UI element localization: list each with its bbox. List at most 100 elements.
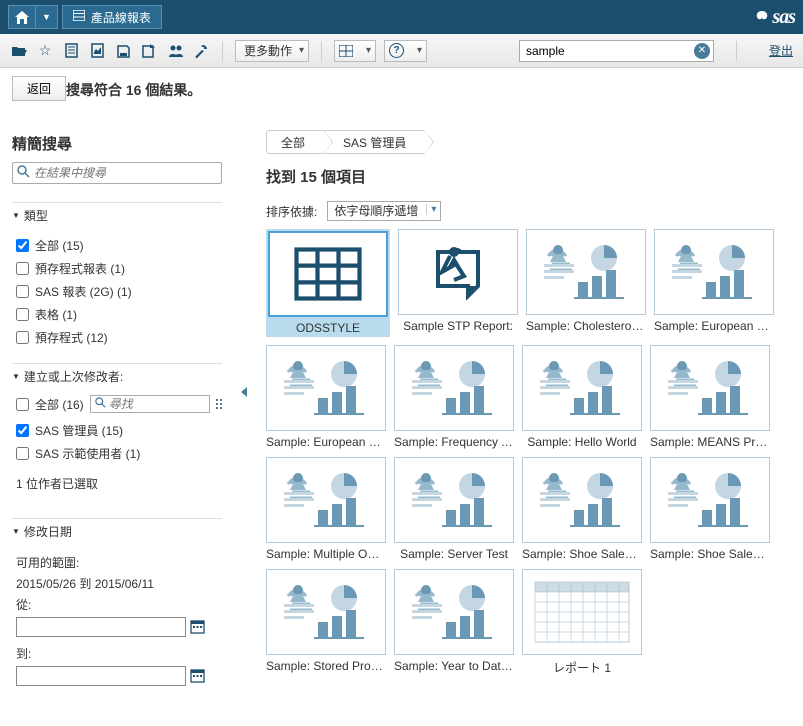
result-tile[interactable]: Sample: Hello World <box>522 345 642 449</box>
author-checkbox[interactable] <box>16 447 29 460</box>
date-range-value: 2015/05/26 到 2015/06/11 <box>16 575 222 592</box>
global-search-input[interactable] <box>519 40 714 62</box>
type-filter-item[interactable]: 預存程式 (12) <box>16 326 222 349</box>
doc-icon-1[interactable] <box>62 42 80 60</box>
back-button[interactable]: 返回 <box>12 76 66 101</box>
authors-selected-count: 1 位作者已選取 <box>16 475 222 492</box>
doc-icon-2[interactable] <box>88 42 106 60</box>
type-checkbox[interactable] <box>16 331 29 344</box>
type-filter-item[interactable]: SAS 報表 (2G) (1) <box>16 280 222 303</box>
type-filter-item[interactable]: 全部 (15) <box>16 234 222 257</box>
tile-label: Sample: Server Test <box>394 547 514 561</box>
export-icon[interactable] <box>140 42 158 60</box>
home-icon <box>9 6 35 28</box>
tile-label: Sample: European De... <box>266 435 386 449</box>
tile-label: Sample: Year to Date ... <box>394 659 514 673</box>
tile-label: Sample: Cholesterol b... <box>526 319 646 333</box>
wrench-icon[interactable] <box>192 42 210 60</box>
thumbnail <box>522 345 642 431</box>
result-tile[interactable]: レポート 1 <box>522 569 642 676</box>
type-filter-item[interactable]: 表格 (1) <box>16 303 222 326</box>
home-button[interactable]: ▼ <box>8 5 58 29</box>
thumbnail <box>266 569 386 655</box>
sidebar-collapse-handle[interactable] <box>242 76 246 708</box>
calendar-icon[interactable] <box>190 619 206 635</box>
resize-grip-icon[interactable] <box>216 399 222 409</box>
thumbnail <box>394 345 514 431</box>
path-segment[interactable]: 全部 <box>266 130 324 154</box>
thumbnail <box>654 229 774 315</box>
thumbnail <box>266 457 386 543</box>
star-icon[interactable]: ☆ <box>36 42 54 60</box>
result-tile[interactable]: Sample: European De... <box>266 345 386 449</box>
sas-logo: sas <box>754 6 795 29</box>
calendar-icon[interactable] <box>190 668 206 684</box>
logout-link[interactable]: 登出 <box>769 42 793 59</box>
more-actions-dropdown[interactable]: 更多動作 <box>235 40 309 62</box>
sort-select[interactable]: 依字母順序遞增 <box>327 201 441 221</box>
tile-label: Sample: Hello World <box>522 435 642 449</box>
facet-header-type[interactable]: ▼類型 <box>12 202 222 228</box>
grid-view-icon <box>339 45 353 57</box>
author-search[interactable] <box>90 395 210 413</box>
facet-header-date[interactable]: ▼修改日期 <box>12 518 222 544</box>
refine-search-input[interactable] <box>34 166 217 180</box>
result-tile[interactable]: Sample: European De... <box>654 229 774 337</box>
result-tile[interactable]: Sample: Frequency A... <box>394 345 514 449</box>
type-checkbox[interactable] <box>16 262 29 275</box>
breadcrumb-button[interactable]: 產品線報表 <box>62 5 162 29</box>
found-title: 找到 15 個項目 <box>266 166 791 187</box>
result-tile[interactable]: Sample: Server Test <box>394 457 514 561</box>
thumbnail <box>268 231 388 317</box>
date-from-label: 從: <box>16 596 222 613</box>
date-to-input[interactable] <box>16 666 186 686</box>
date-from-input[interactable] <box>16 617 186 637</box>
refine-title: 精簡搜尋 <box>12 133 222 154</box>
result-tile[interactable]: Sample: Stored Proce... <box>266 569 386 676</box>
search-icon <box>95 397 106 411</box>
thumbnail <box>522 569 642 655</box>
author-checkbox[interactable] <box>16 424 29 437</box>
author-filter-item[interactable]: SAS 示範使用者 (1) <box>16 442 222 465</box>
tile-label: Sample: MEANS Pro... <box>650 435 770 449</box>
author-filter-item[interactable]: SAS 管理員 (15) <box>16 419 222 442</box>
thumbnail <box>526 229 646 315</box>
users-icon[interactable] <box>166 42 184 60</box>
chevron-down-icon: ▼ <box>36 6 57 28</box>
toolbar: ☆ 更多動作 ? ✕ 登出 <box>0 34 803 68</box>
facet-header-author[interactable]: ▼建立或上次修改者: <box>12 363 222 389</box>
save-icon[interactable] <box>114 42 132 60</box>
sort-label: 排序依據: <box>266 203 317 220</box>
help-icon: ? <box>389 43 404 58</box>
main-content: 搜尋符合 16 個結果。 全部 SAS 管理員 找到 15 個項目 排序依據: … <box>266 76 791 708</box>
clear-search-icon[interactable]: ✕ <box>694 43 710 59</box>
type-checkbox[interactable] <box>16 239 29 252</box>
open-folder-icon[interactable] <box>10 42 28 60</box>
thumbnail <box>650 345 770 431</box>
type-checkbox[interactable] <box>16 308 29 321</box>
thumbnail <box>394 457 514 543</box>
result-tile[interactable]: Sample: Year to Date ... <box>394 569 514 676</box>
view-mode-dropdown[interactable] <box>334 40 376 62</box>
thumbnail <box>398 229 518 315</box>
author-all-checkbox[interactable] <box>16 398 29 411</box>
grid-icon <box>73 10 85 24</box>
result-tile[interactable]: Sample: Cholesterol b... <box>526 229 646 337</box>
result-tile[interactable]: Sample: MEANS Pro... <box>650 345 770 449</box>
result-tile[interactable]: Sample STP Report: <box>398 229 518 337</box>
result-tile[interactable]: Sample: Shoe Sales b... <box>522 457 642 561</box>
top-bar: ▼ 產品線報表 sas <box>0 0 803 34</box>
help-dropdown[interactable]: ? <box>384 40 427 62</box>
type-checkbox[interactable] <box>16 285 29 298</box>
type-filter-item[interactable]: 預存程式報表 (1) <box>16 257 222 280</box>
result-tile[interactable]: Sample: Multiple Out... <box>266 457 386 561</box>
refine-search[interactable] <box>12 162 222 184</box>
author-search-input[interactable] <box>109 397 205 411</box>
result-tile[interactable]: Sample: Shoe Sales G... <box>650 457 770 561</box>
thumbnail <box>522 457 642 543</box>
path-segment[interactable]: SAS 管理員 <box>324 130 425 154</box>
result-tile[interactable]: ODSSTYLE <box>266 229 390 337</box>
tile-label: ODSSTYLE <box>268 321 388 335</box>
date-range-label: 可用的範圍: <box>16 554 222 571</box>
tile-label: Sample: Shoe Sales G... <box>650 547 770 561</box>
